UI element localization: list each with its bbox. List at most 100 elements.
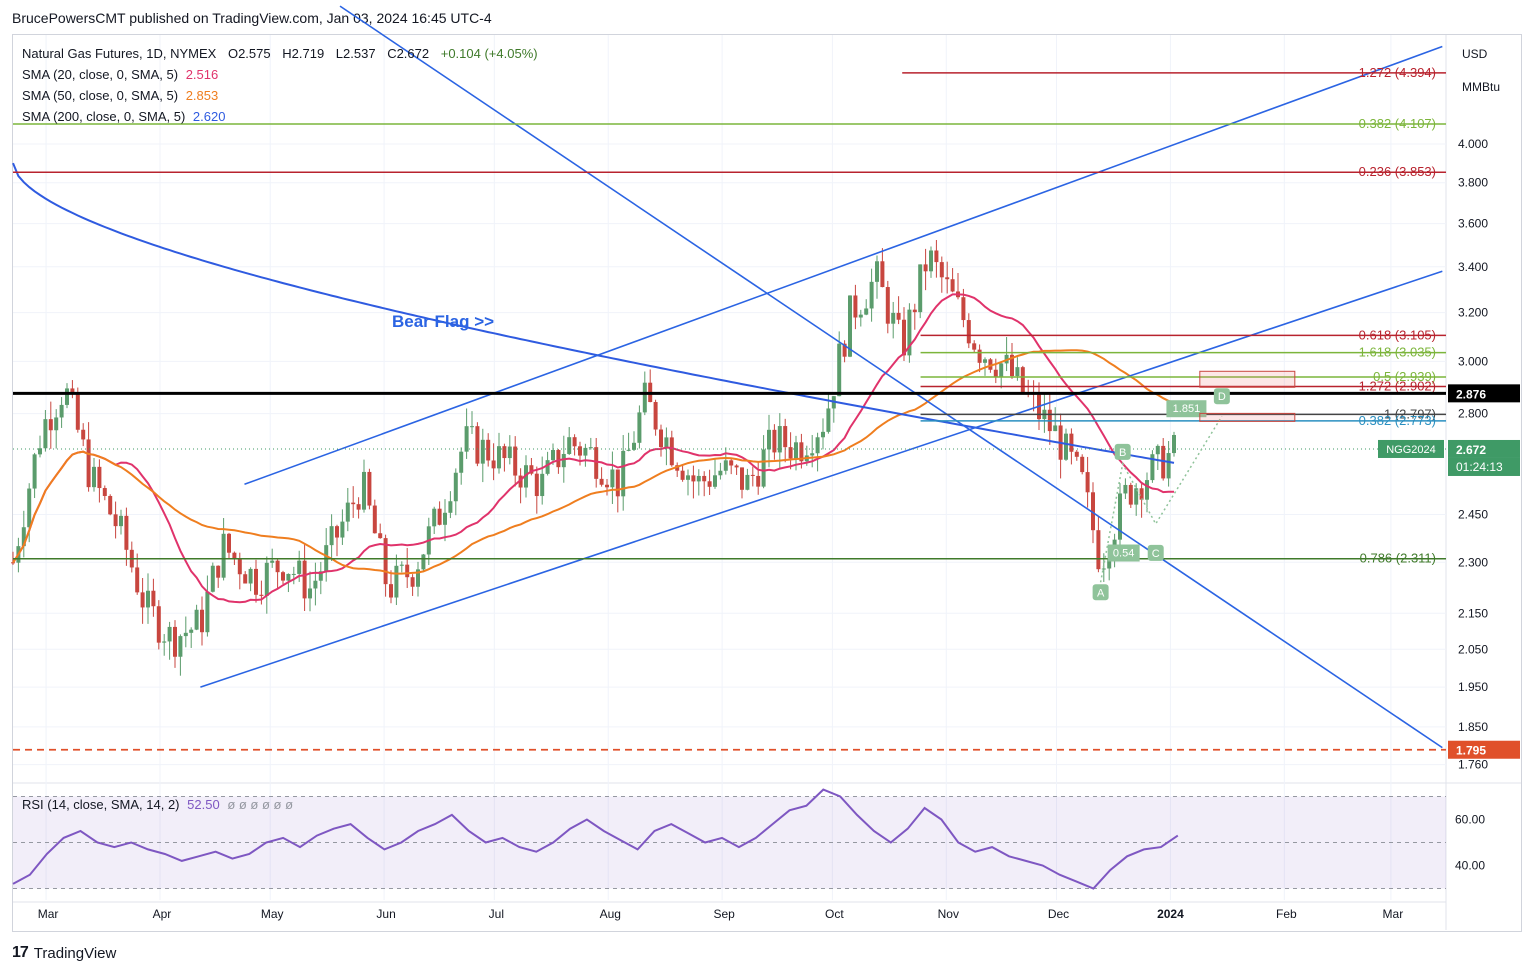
candle-body (102, 488, 107, 496)
candle-body (86, 439, 91, 488)
footer-brand[interactable]: TradingView (34, 945, 117, 962)
ratio-label: 0.54 (1113, 548, 1134, 560)
candle-body (453, 472, 458, 502)
candle-body (740, 467, 744, 490)
candle-body (432, 508, 437, 527)
ratio-label: 1.851 (1173, 403, 1201, 415)
y-tick-label: 2.300 (1458, 555, 1488, 569)
legend-symbol[interactable]: Natural Gas Futures, 1D, NYMEX (22, 46, 216, 61)
chart-canvas[interactable]: Mar Apr May Jun Jul Aug Sep Oct Nov Dec 2024 Feb Mar… (0, 0, 1534, 977)
currency-label[interactable]: USD (1462, 47, 1487, 61)
candle-body (1020, 367, 1025, 393)
candle-body (1080, 456, 1085, 473)
candle-body (680, 470, 685, 480)
x-tick-label: Feb (1276, 907, 1297, 921)
legend-rsi-row[interactable]: RSI (14, close, SMA, 14, 2) 52.50 ø ø ø … (22, 797, 293, 812)
candle-body (1101, 568, 1106, 570)
candle-body (729, 460, 734, 466)
y-tick-label: 2.050 (1458, 642, 1488, 656)
candle-body (281, 572, 285, 581)
x-tick-label: May (261, 907, 284, 921)
unit-label[interactable]: MMBtu (1462, 80, 1500, 94)
candle-body (475, 426, 480, 464)
candle-body (167, 626, 172, 642)
candle-body (351, 502, 356, 505)
legend-sma20-row[interactable]: SMA (20, close, 0, SMA, 5) 2.516 (22, 67, 218, 82)
countdown-label: 01:24:13 (1456, 460, 1503, 474)
candle-body (1166, 453, 1171, 479)
legend-close: C2.672 (387, 46, 430, 61)
tradingview-logo-icon[interactable]: 17 (12, 944, 29, 962)
target-zone-box[interactable] (1199, 412, 1296, 422)
y-tick-label: 2.800 (1458, 407, 1488, 421)
rsi-tick-label: 60.00 (1455, 813, 1485, 827)
candle-body (151, 590, 156, 607)
candle-body (626, 449, 631, 451)
legend-sma50-row[interactable]: SMA (50, close, 0, SMA, 5) 2.853 (22, 88, 218, 103)
candle-body (291, 573, 296, 575)
candle-body (858, 314, 863, 318)
candle-body (335, 526, 339, 538)
x-tick-label: Mar (1383, 907, 1404, 921)
candle-body (605, 484, 609, 488)
candle-body (745, 474, 750, 490)
candle-body (1064, 433, 1068, 460)
candle-body (362, 471, 366, 510)
candle-body (497, 446, 501, 469)
legend-high: H2.719 (282, 46, 325, 61)
y-tick-label: 3.800 (1458, 176, 1488, 190)
y-tick-label: 3.000 (1458, 354, 1488, 368)
candle-body (32, 454, 37, 489)
y-tick-label: 1.850 (1458, 720, 1488, 734)
candle-body (340, 521, 345, 538)
y-tick-label: 1.760 (1458, 758, 1488, 772)
x-tick-label: Jul (489, 907, 504, 921)
candle-body (664, 437, 669, 448)
candle-body (756, 475, 761, 487)
candle-body (826, 408, 831, 432)
candle-body (966, 320, 971, 344)
legend-sma20-value: 2.516 (185, 67, 219, 82)
candle-body (637, 412, 642, 443)
candle-body (993, 369, 998, 377)
legend-sma200-row[interactable]: SMA (200, close, 0, SMA, 5) 2.620 (22, 109, 225, 124)
wave-point-label: B (1119, 447, 1126, 459)
fib-level-label: 0.618 (3.105) (1359, 327, 1436, 342)
candle-body (594, 447, 599, 479)
candle-body (945, 277, 950, 280)
candle-body (686, 475, 690, 480)
y-tick-label: 2.150 (1458, 606, 1488, 620)
candle-body (561, 453, 566, 468)
fib-level-label: 0.382 (2.773) (1359, 413, 1436, 428)
candle-body (200, 609, 204, 633)
candle-body (27, 488, 32, 528)
rsi-tick-label: 40.00 (1455, 859, 1485, 873)
candle-body (972, 343, 977, 350)
candle-body (108, 495, 113, 515)
candle-body (464, 426, 469, 452)
legend-open: O2.575 (227, 46, 271, 61)
candle-body (923, 264, 928, 272)
candle-body (837, 343, 842, 397)
candle-body (221, 533, 226, 578)
legend-symbol-row: Natural Gas Futures, 1D, NYMEX O2.575 H2… (22, 46, 538, 61)
fib-level-label: 1.618 (3.035) (1359, 345, 1436, 360)
channel-lower-line[interactable] (200, 270, 1443, 688)
target-zone-box[interactable] (1199, 370, 1296, 388)
candle-body (286, 573, 291, 581)
candle-body (470, 426, 474, 428)
price-tag-label: 2.672 (1456, 443, 1486, 457)
fib-level-label: 0.382 (4.107) (1359, 116, 1436, 131)
candle-body (1074, 451, 1079, 457)
footer: 17 TradingView (12, 944, 116, 962)
candle-body (599, 478, 604, 485)
legend-sma20-label: SMA (20, close, 0, SMA, 5) (22, 67, 179, 82)
candle-body (1053, 425, 1058, 432)
x-tick-label: Mar (38, 907, 59, 921)
candle-body (540, 473, 545, 497)
legend-sma200-label: SMA (200, close, 0, SMA, 5) (22, 109, 186, 124)
candle-body (65, 388, 69, 405)
legend-change: +0.104 (+4.05%) (440, 46, 538, 61)
legend-sma200-value: 2.620 (192, 109, 226, 124)
candle-body (237, 558, 242, 575)
